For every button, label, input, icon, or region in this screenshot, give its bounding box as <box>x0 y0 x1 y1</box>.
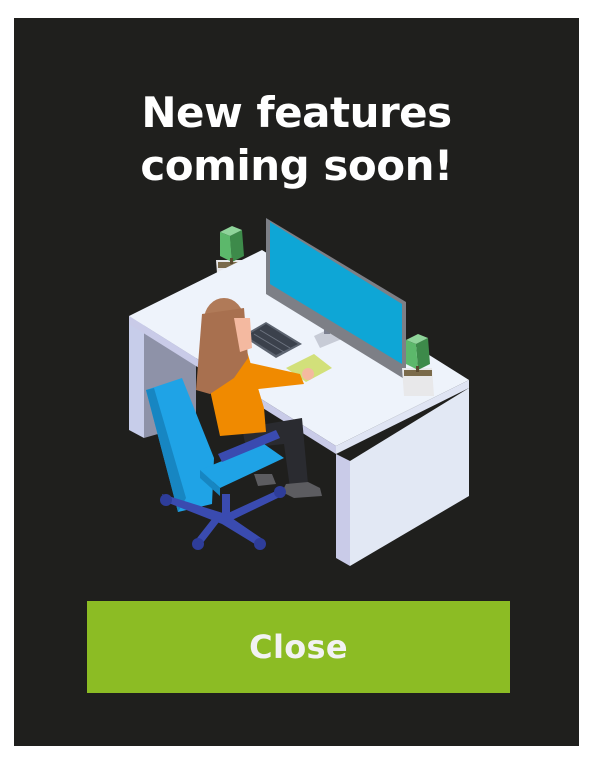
keyboard-icon <box>242 322 302 358</box>
front-plant-icon <box>402 334 434 396</box>
person-illustration <box>196 298 322 498</box>
office-chair-icon <box>146 378 286 550</box>
modal-title-line-1: New features <box>141 88 452 137</box>
monitor-icon <box>266 218 406 380</box>
mousepad <box>286 354 332 382</box>
back-plant-icon <box>216 226 247 286</box>
desk <box>129 250 469 566</box>
close-button[interactable]: Close <box>87 601 510 693</box>
feature-announcement-modal: New features coming soon! Close <box>14 18 579 746</box>
modal-title: New features coming soon! <box>14 86 579 192</box>
desk-left-leg <box>129 316 144 438</box>
modal-title-line-2: coming soon! <box>140 141 453 190</box>
